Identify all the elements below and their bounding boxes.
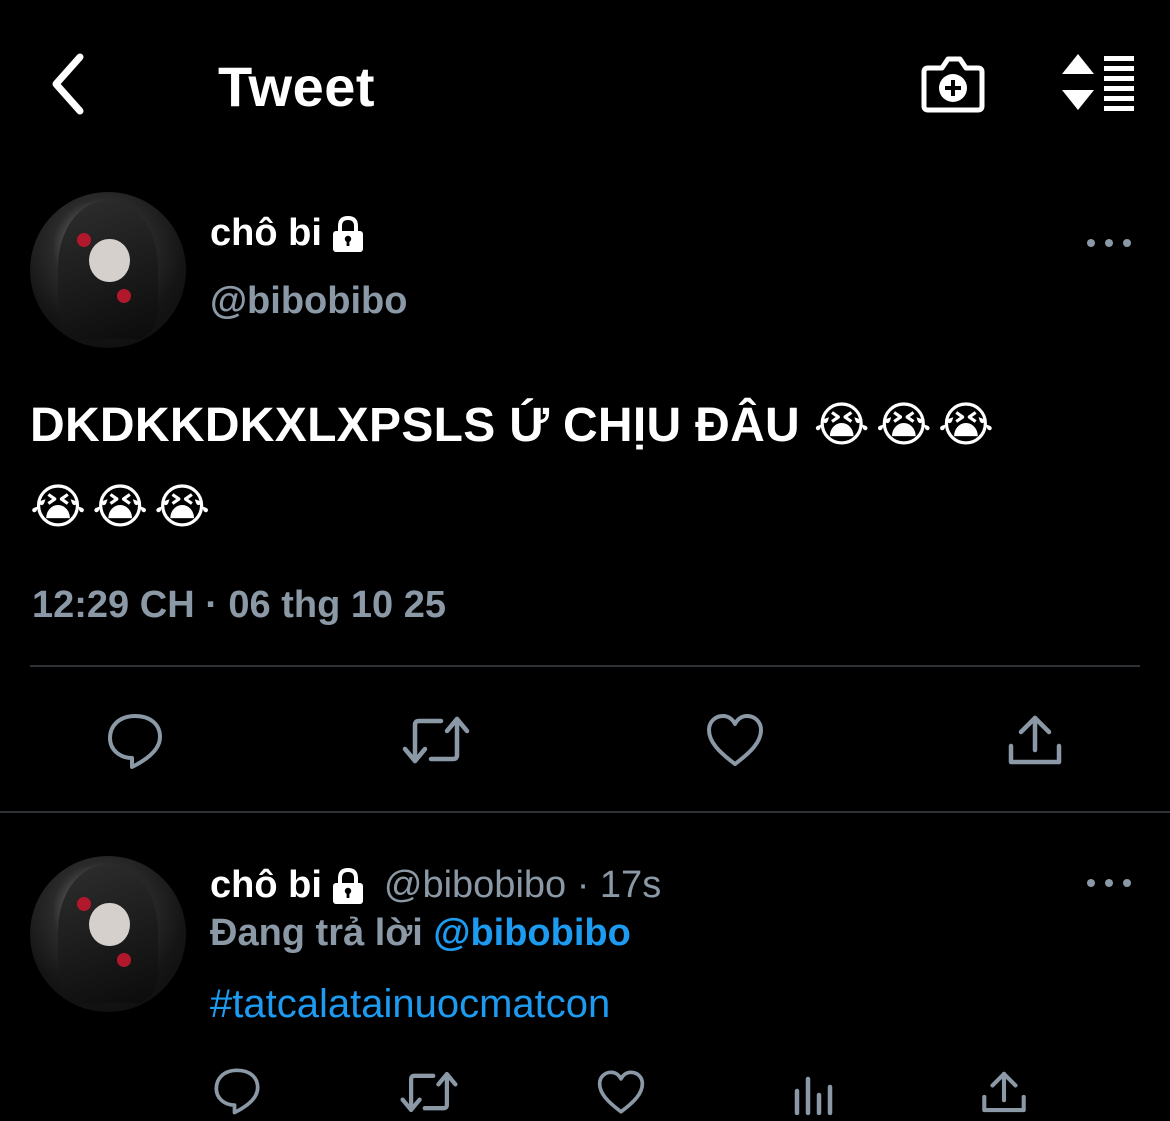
more-dot: [1105, 239, 1113, 247]
divider: [30, 665, 1140, 667]
reply-icon: [214, 1068, 260, 1115]
author-handle: @bibobibo: [210, 280, 408, 322]
replying-to-label: Đang trả lời: [210, 912, 423, 954]
camera-button[interactable]: [918, 52, 988, 116]
reply-like-button[interactable]: [596, 1068, 646, 1116]
more-dot: [1105, 879, 1113, 887]
section-divider: [0, 811, 1170, 813]
replying-to-line: Đang trả lời @bibobibo: [210, 912, 631, 955]
reply-author-name[interactable]: chô bi: [210, 864, 322, 907]
tweet-body: DKDKKDKXLXPSLS Ứ CHỊU ĐÂU: [30, 399, 801, 452]
author-name: chô bi: [210, 212, 322, 254]
sort-button[interactable]: [1058, 52, 1138, 112]
more-dot: [1087, 239, 1095, 247]
lock-icon: [332, 867, 363, 904]
avatar-face-shape: [89, 238, 130, 283]
page-title: Tweet: [218, 55, 376, 118]
reply-header: chô bi @bibobibo · 17s: [210, 864, 661, 907]
analytics-icon: [794, 1076, 833, 1115]
reply-reply-button[interactable]: [212, 1066, 262, 1116]
back-button[interactable]: [40, 52, 96, 116]
reply-author-avatar[interactable]: [30, 856, 186, 1012]
like-button[interactable]: [704, 710, 766, 770]
share-icon: [1008, 715, 1062, 765]
heart-icon: [597, 1070, 645, 1114]
more-options-button[interactable]: [1087, 233, 1131, 253]
emoji-group: 😭😭😭: [30, 481, 217, 534]
tweet-text: DKDKKDKXLXPSLS Ứ CHỊU ĐÂU 😭😭😭 😭😭😭: [30, 385, 1150, 549]
retweet-icon: [400, 1071, 458, 1113]
tweet-timestamp: 12:29 CH · 06 thg 10 25: [32, 584, 446, 626]
heart-icon: [707, 714, 763, 766]
reply-handle-and-time: @bibobibo · 17s: [383, 864, 662, 906]
replying-to-mention[interactable]: @bibobibo: [433, 912, 630, 954]
more-dot: [1123, 239, 1131, 247]
reply-more-options-button[interactable]: [1087, 873, 1131, 893]
share-icon: [982, 1071, 1026, 1113]
retweet-icon: [402, 716, 470, 764]
emoji-group: 😭😭😭: [813, 399, 1000, 452]
author-display-name[interactable]: chô bi: [210, 212, 368, 255]
more-dot: [1087, 879, 1095, 887]
reply-share-button[interactable]: [980, 1068, 1028, 1116]
retweet-button[interactable]: [400, 712, 472, 768]
avatar-rose-shape: [76, 232, 91, 247]
lock-icon: [332, 215, 363, 252]
top-navigation-bar: Tweet: [0, 0, 1170, 170]
reply-hashtag[interactable]: #tatcalatainuocmatcon: [210, 982, 610, 1027]
share-button[interactable]: [1005, 710, 1065, 770]
reply-button[interactable]: [104, 710, 166, 772]
avatar-rose-shape: [76, 896, 91, 911]
reply-icon: [108, 714, 162, 769]
chevron-left-icon: [52, 53, 84, 115]
avatar-face-shape: [89, 902, 130, 947]
camera-add-icon: [921, 56, 985, 113]
reply-analytics-button[interactable]: [790, 1070, 836, 1116]
sort-list-icon: [1062, 54, 1134, 111]
more-dot: [1123, 879, 1131, 887]
reply-retweet-button[interactable]: [398, 1068, 460, 1116]
author-avatar[interactable]: [30, 192, 186, 348]
